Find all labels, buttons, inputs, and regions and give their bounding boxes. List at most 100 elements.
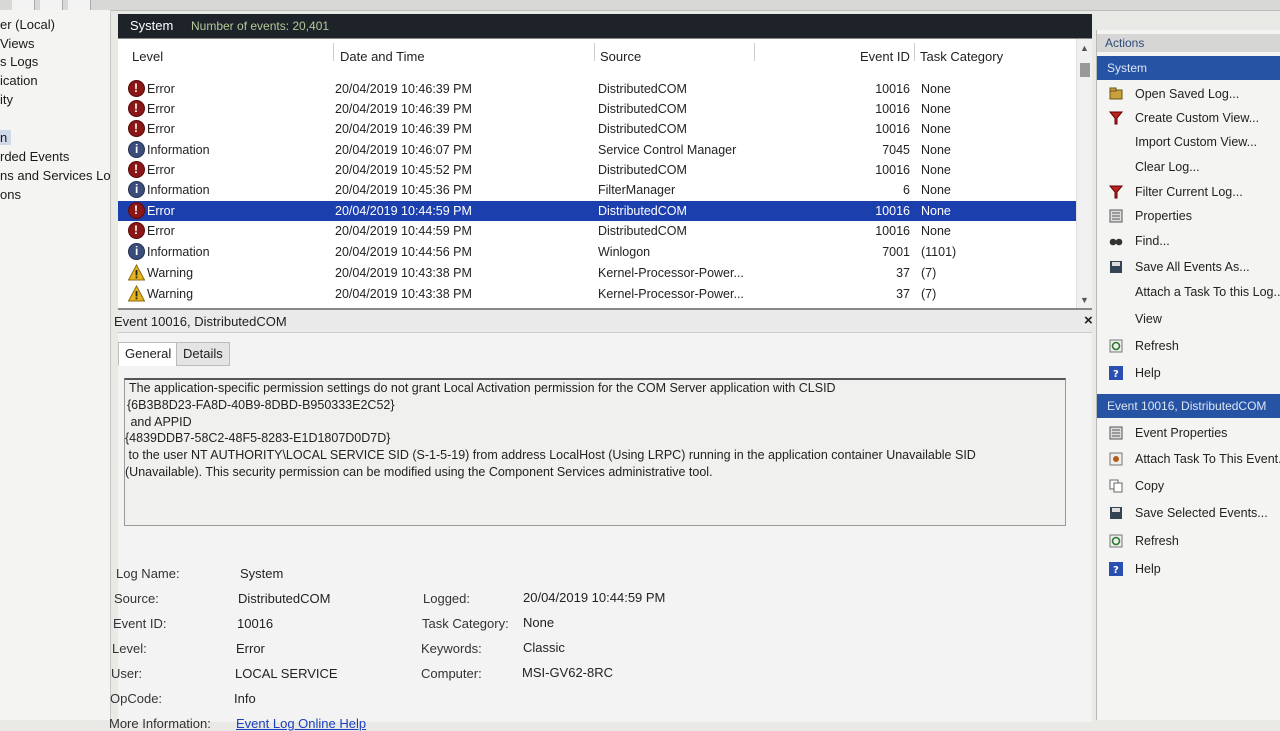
action-item[interactable]: Import Custom View... [1097,132,1280,154]
level-cell: Warning [147,266,194,280]
col-header-task-category[interactable]: Task Category [920,49,1003,64]
level-cell: Error [147,163,175,177]
prop-value-level: Error [236,641,265,656]
source-cell: Winlogon [598,245,651,259]
action-label: View [1135,312,1162,326]
error-icon [128,202,145,219]
action-item[interactable]: Properties [1097,206,1280,228]
action-label: Create Custom View... [1135,111,1260,125]
tree-item-custom-views[interactable]: Views [0,36,34,51]
column-divider[interactable] [333,43,334,61]
attach-task-icon [1109,452,1123,466]
source-cell: Kernel-Processor-Power... [598,287,744,301]
col-header-level[interactable]: Level [132,49,163,64]
level-cell: Error [147,102,175,116]
tab-general[interactable]: General [118,342,179,366]
action-item[interactable]: Filter Current Log... [1097,182,1280,204]
event-message-box[interactable]: The application-specific permission sett… [124,378,1066,526]
actions-section-event[interactable]: Event 10016, DistributedCOM [1097,394,1280,418]
event-grid: Level Date and Time Source Event ID Task… [118,38,1092,309]
datetime-cell: 20/04/2019 10:46:39 PM [335,102,472,116]
prop-key-user: User: [111,666,143,681]
close-icon[interactable]: × [1084,312,1093,329]
action-item[interactable]: View [1097,309,1280,331]
save-icon [1109,506,1123,520]
table-row[interactable]: Error 20/04/2019 10:46:39 PM DistributedCO… [118,99,1078,119]
task-category-cell: (7) [921,287,937,301]
table-row[interactable]: Error 20/04/2019 10:45:52 PM DistributedCO… [118,160,1078,180]
action-item[interactable]: Save All Events As... [1097,257,1280,279]
table-row[interactable]: Warning 20/04/2019 10:43:38 PM Kernel-Proc… [118,263,1078,283]
error-icon [128,80,145,97]
action-item[interactable]: Find... [1097,231,1280,253]
action-item[interactable]: ? Help [1097,363,1280,385]
table-row[interactable]: Warning 20/04/2019 10:43:38 PM Kernel-Proc… [118,284,1078,304]
log-title: System [130,18,174,33]
action-item[interactable]: Create Custom View... [1097,108,1280,130]
column-divider[interactable] [914,43,915,61]
prop-key-keywords: Keywords: [421,641,482,656]
prop-key-event-id: Event ID: [113,616,167,631]
table-row[interactable]: Error 20/04/2019 10:44:59 PM DistributedCO… [118,221,1078,241]
information-icon [128,243,145,260]
detail-title-bar: Event 10016, DistributedCOM × [114,310,1093,333]
action-item[interactable]: ? Help [1097,559,1280,581]
source-cell: Service Control Manager [598,143,737,157]
toolbar-button[interactable] [12,0,35,10]
tree-item-applications-services[interactable]: ns and Services Lo [0,168,110,183]
scroll-down-icon[interactable]: ▼ [1080,295,1089,305]
source-cell: DistributedCOM [598,102,687,116]
toolbar-button[interactable] [68,0,91,10]
tree-item-subscriptions[interactable]: ons [0,187,21,202]
task-category-cell: (1101) [921,245,957,259]
prop-value-log-name: System [240,566,284,581]
svg-text:?: ? [1113,369,1119,380]
table-row[interactable]: Error 20/04/2019 10:44:59 PM DistributedCO… [118,201,1078,221]
event-id-cell: 10016 [875,163,910,177]
level-cell: Warning [147,287,194,301]
action-item[interactable]: Refresh [1097,336,1280,358]
actions-section-system[interactable]: System [1097,56,1280,80]
grid-scrollbar[interactable]: ▲ ▼ [1076,39,1092,309]
event-log-online-help-link[interactable]: Event Log Online Help [236,716,366,731]
open-log-icon [1109,87,1123,101]
table-row[interactable]: Information 20/04/2019 10:45:36 PM FilterM… [118,180,1078,200]
col-header-event-id[interactable]: Event ID [860,49,910,64]
col-header-datetime[interactable]: Date and Time [340,49,425,64]
action-label: Copy [1135,479,1165,493]
table-row[interactable]: Information 20/04/2019 10:46:07 PM Service… [118,140,1078,160]
prop-value-computer: MSI-GV62-8RC [522,665,614,680]
col-header-source[interactable]: Source [600,49,641,64]
scroll-thumb[interactable] [1080,63,1090,77]
tree-item-windows-logs[interactable]: s Logs [0,54,38,69]
action-item[interactable]: Copy [1097,476,1280,498]
action-item[interactable]: Open Saved Log... [1097,84,1280,106]
tree-item-local[interactable]: er (Local) [0,17,55,32]
event-id-cell: 7001 [882,245,910,259]
action-label: Help [1135,562,1161,576]
action-item[interactable]: Refresh [1097,531,1280,553]
message-line: The application-specific permission sett… [129,381,836,395]
toolbar-button[interactable] [40,0,63,10]
action-item[interactable]: Clear Log... [1097,157,1280,179]
tab-details[interactable]: Details [176,342,230,366]
tree-item-application[interactable]: ication [0,73,38,88]
source-cell: DistributedCOM [598,224,687,238]
tree-item-forwarded-events[interactable]: rded Events [0,149,69,164]
column-divider[interactable] [594,43,595,61]
tree-item-security[interactable]: ity [0,92,13,107]
table-row[interactable]: Error 20/04/2019 10:46:39 PM DistributedCO… [118,79,1078,99]
action-item[interactable]: Save Selected Events... [1097,503,1280,525]
table-row[interactable]: Information 20/04/2019 10:44:56 PM Winlogo… [118,242,1078,262]
action-item[interactable]: Event Properties [1097,423,1280,445]
source-cell: FilterManager [598,183,676,197]
action-item[interactable]: Attach a Task To this Log... [1097,282,1280,304]
tree-item-system[interactable]: n [0,130,12,145]
table-row[interactable]: Error 20/04/2019 10:46:39 PM DistributedCO… [118,119,1078,139]
copy-icon [1109,479,1123,493]
message-line: to the user NT AUTHORITY\LOCAL SERVICE S… [125,448,976,463]
scroll-up-icon[interactable]: ▲ [1080,43,1089,53]
action-item[interactable]: Attach Task To This Event... [1097,449,1280,471]
column-divider[interactable] [754,43,755,61]
information-icon [128,141,145,158]
